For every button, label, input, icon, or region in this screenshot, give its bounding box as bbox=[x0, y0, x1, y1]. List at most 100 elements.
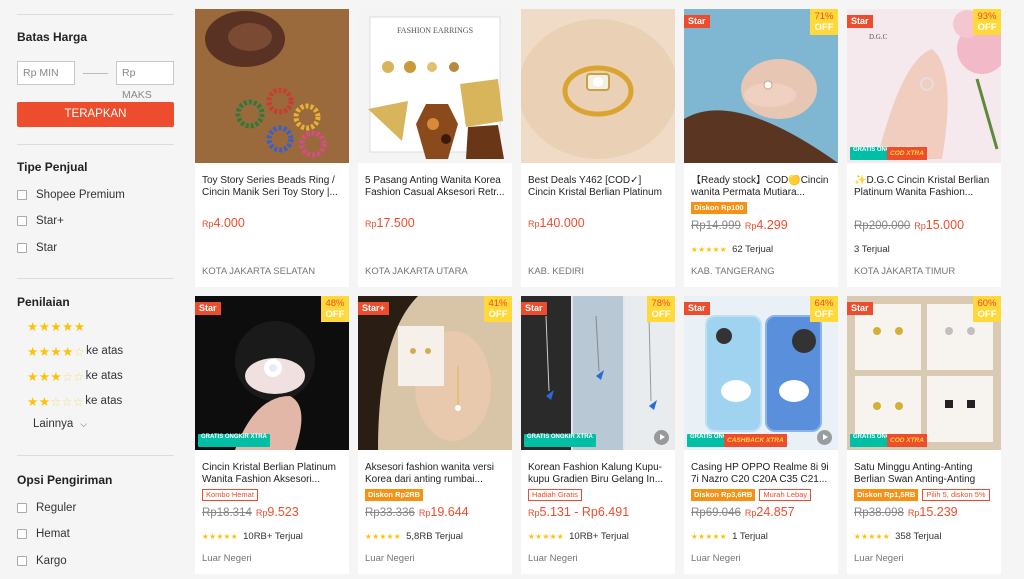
price-row: Rp33.336 Rp19.644 bbox=[365, 505, 469, 519]
promo-tag: Diskon Rp1,5RB bbox=[854, 489, 919, 501]
product-title[interactable]: ✨D.G.C Cincin Kristal Berlian Platinum W… bbox=[854, 175, 994, 199]
product-image[interactable] bbox=[521, 9, 675, 163]
product-image[interactable]: Star 78% OFF GRATIS ONGKIR XTRA bbox=[521, 296, 675, 450]
current-price: Rp15.239 bbox=[908, 505, 958, 519]
product-image[interactable]: Star 71% OFF bbox=[684, 9, 838, 163]
price-row: Rp140.000 bbox=[528, 216, 585, 230]
product-title[interactable]: 5 Pasang Anting Wanita Korea Fashion Cas… bbox=[365, 175, 505, 199]
product-title[interactable]: Aksesori fashion wanita versi Korea dari… bbox=[365, 462, 505, 486]
product-tags: Diskon Rp3,6RB Murah Lebay bbox=[691, 489, 812, 501]
price-max-input[interactable]: Rp MAKS bbox=[116, 61, 174, 101]
product-title[interactable]: Cincin Kristal Berlian Platinum Wanita F… bbox=[202, 462, 342, 486]
play-video-icon[interactable] bbox=[654, 430, 669, 445]
star-rating-icon: ★★★☆☆ bbox=[27, 369, 85, 384]
seller-option-star-plus[interactable]: Star+ bbox=[17, 213, 64, 229]
current-price: Rp17.500 bbox=[365, 216, 415, 230]
price-amount: 5.131 - Rp6.491 bbox=[539, 505, 630, 519]
shipping-option-hemat[interactable]: Hemat bbox=[17, 526, 70, 542]
discount-percent: 60% bbox=[977, 298, 997, 309]
product-title[interactable]: Korean Fashion Kalung Kupu-kupu Gradien … bbox=[528, 462, 668, 486]
product-card[interactable]: Star 64% OFF GRATIS ONGKIR XTRA CASHBACK XTR… bbox=[684, 296, 838, 574]
product-image[interactable]: Star+ 41% OFF bbox=[358, 296, 512, 450]
seller-location: KOTA JAKARTA UTARA bbox=[365, 266, 468, 277]
current-price: Rp15.000 bbox=[914, 218, 964, 232]
currency-symbol: Rp bbox=[255, 508, 268, 518]
product-card[interactable]: Star 78% OFF GRATIS ONGKIR XTRA Korean Fashi… bbox=[521, 296, 675, 574]
promo-tag: Diskon Rp100 bbox=[691, 202, 747, 214]
option-label: Reguler bbox=[36, 502, 77, 514]
divider bbox=[17, 278, 174, 279]
product-card[interactable]: Star 60% OFF GRATIS ONGKIR XTRA COD XTRA Satu… bbox=[847, 296, 1001, 574]
product-title[interactable]: 【Ready stock】COD🟡Cincin wanita Permata M… bbox=[691, 175, 831, 199]
product-image[interactable]: D.G.C Star 93% OFF GRATIS ONGKIR XTRA COD XTR… bbox=[847, 9, 1001, 163]
product-title[interactable]: Casing HP OPPO Realme 8i 9i 7i Nazro C20… bbox=[691, 462, 831, 486]
checkbox[interactable] bbox=[17, 216, 27, 226]
promo-tag: Pilih 5, diskon 5% bbox=[922, 489, 990, 501]
discount-off-label: OFF bbox=[651, 309, 671, 320]
product-card[interactable]: FASHION EARRINGS 5 Pasang Anting Wanita K… bbox=[358, 9, 512, 287]
product-title[interactable]: Best Deals Y462 [COD✓] Cincin Kristal Be… bbox=[528, 175, 668, 199]
promo-label-badge: CASHBACK XTRA bbox=[724, 434, 787, 447]
discount-off-label: OFF bbox=[325, 309, 345, 320]
discount-percent: 93% bbox=[977, 11, 997, 22]
product-image[interactable] bbox=[195, 9, 349, 163]
product-image[interactable]: FASHION EARRINGS bbox=[358, 9, 512, 163]
rating-option-4[interactable]: ★★★★☆ ke atas bbox=[27, 343, 123, 359]
product-image[interactable]: Star 64% OFF GRATIS ONGKIR XTRA CASHBACK XTR… bbox=[684, 296, 838, 450]
star-rating-icon: ★★★★☆ bbox=[27, 344, 86, 359]
seller-option-star[interactable]: Star bbox=[17, 240, 57, 256]
checkbox[interactable] bbox=[17, 190, 27, 200]
seller-location: Luar Negeri bbox=[365, 553, 415, 564]
product-card[interactable]: Star+ 41% OFF Aksesori fashion wanita versi… bbox=[358, 296, 512, 574]
seller-location: Luar Negeri bbox=[691, 553, 741, 564]
sold-count: 10RB+ Terjual bbox=[569, 531, 629, 542]
rating-filter-title: Penilaian bbox=[17, 295, 70, 309]
discount-badge: 71% OFF bbox=[810, 9, 838, 35]
sold-info: ★★★★★ 10RB+ Terjual bbox=[528, 531, 629, 542]
divider bbox=[17, 14, 174, 15]
checkbox[interactable] bbox=[17, 243, 27, 253]
rating-option-5[interactable]: ★★★★★ bbox=[27, 318, 87, 334]
play-video-icon[interactable] bbox=[817, 430, 832, 445]
price-row: Rp4.000 bbox=[202, 216, 245, 230]
discount-off-label: OFF bbox=[488, 309, 508, 320]
product-card[interactable]: Star 71% OFF 【Ready stock】COD🟡Cincin wanita… bbox=[684, 9, 838, 287]
price-filter-title: Batas Harga bbox=[17, 30, 88, 44]
sold-count: 358 Terjual bbox=[895, 531, 942, 542]
apply-price-button[interactable]: TERAPKAN bbox=[17, 102, 174, 127]
star-rating-icon: ★★★★★ bbox=[691, 532, 728, 541]
seller-badge: Star bbox=[847, 15, 873, 28]
product-card[interactable]: D.G.C Star 93% OFF GRATIS ONGKIR XTRA COD XTR… bbox=[847, 9, 1001, 287]
currency-symbol: Rp bbox=[744, 508, 757, 518]
star-rating-icon: ★★★★★ bbox=[365, 532, 402, 541]
rating-suffix: ke atas bbox=[86, 345, 124, 357]
discount-percent: 78% bbox=[651, 298, 671, 309]
option-label: Hemat bbox=[36, 528, 70, 540]
price-amount: 15.239 bbox=[919, 505, 958, 519]
product-image[interactable]: Star 60% OFF GRATIS ONGKIR XTRA COD XTRA bbox=[847, 296, 1001, 450]
product-title[interactable]: Toy Story Series Beads Ring / Cincin Man… bbox=[202, 175, 342, 199]
rating-option-3[interactable]: ★★★☆☆ ke atas bbox=[27, 368, 123, 384]
rating-option-2[interactable]: ★★☆☆☆ ke atas bbox=[27, 393, 122, 409]
checkbox[interactable] bbox=[17, 529, 27, 539]
currency-symbol: Rp bbox=[744, 221, 757, 231]
price-amount: 24.857 bbox=[756, 505, 795, 519]
price-row: Rp5.131 - Rp6.491 bbox=[528, 505, 629, 519]
product-card[interactable]: Best Deals Y462 [COD✓] Cincin Kristal Be… bbox=[521, 9, 675, 287]
checkbox[interactable] bbox=[17, 503, 27, 513]
checkbox[interactable] bbox=[17, 556, 27, 566]
product-tags: Diskon Rp1,5RB Pilih 5, diskon 5% bbox=[854, 489, 990, 501]
shipping-option-reguler[interactable]: Reguler bbox=[17, 500, 76, 516]
product-title[interactable]: Satu Minggu Anting-Anting Berlian Swan A… bbox=[854, 462, 994, 486]
rating-more-toggle[interactable]: Lainnya ⌵ bbox=[33, 418, 87, 430]
discount-off-label: OFF bbox=[814, 22, 834, 33]
shipping-option-kargo[interactable]: Kargo bbox=[17, 553, 67, 569]
product-image[interactable]: Star 48% OFF GRATIS ONGKIR XTRA bbox=[195, 296, 349, 450]
seller-option-shopee-premium[interactable]: Shopee Premium bbox=[17, 187, 125, 203]
price-min-input[interactable]: Rp MIN bbox=[17, 61, 75, 85]
product-photo bbox=[195, 9, 349, 163]
seller-badge: Star bbox=[684, 15, 710, 28]
sold-info: ★★★★★ 1 Terjual bbox=[691, 531, 768, 542]
product-card[interactable]: Star 48% OFF GRATIS ONGKIR XTRA Cincin Krist… bbox=[195, 296, 349, 574]
product-card[interactable]: Toy Story Series Beads Ring / Cincin Man… bbox=[195, 9, 349, 287]
